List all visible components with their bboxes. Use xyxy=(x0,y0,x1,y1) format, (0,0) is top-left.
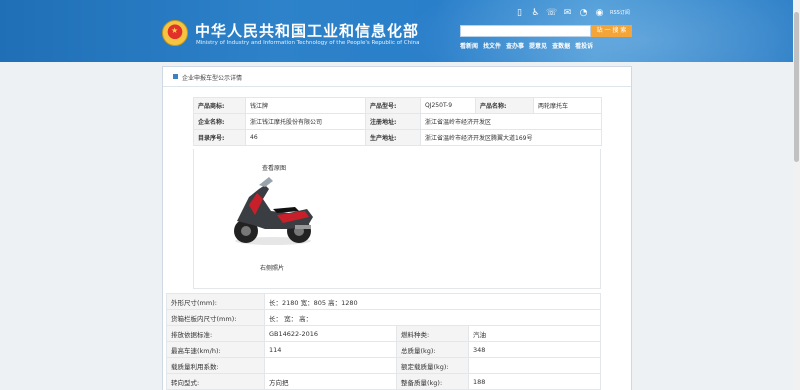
value-load-utilization xyxy=(264,357,397,374)
label-emission-standard: 排放依据标准: xyxy=(166,325,265,342)
value-product-name: 两轮摩托车 xyxy=(533,97,602,114)
table-row: 载质量利用系数: 额定载质量(kg): xyxy=(166,357,602,374)
value-model: QJ250T-9 xyxy=(420,97,476,114)
label-fuel-type: 燃料种类: xyxy=(396,325,469,342)
top-tool-icons: ▯ ♿ ☏ ✉ ◔ ◉ RSS订阅 xyxy=(514,8,630,19)
label-trademark: 产品商标: xyxy=(193,97,246,114)
value-trademark: 钱江牌 xyxy=(245,97,366,114)
value-fuel-type: 汽油 xyxy=(467,325,602,342)
panel-header: 企业申报车型公示详情 xyxy=(163,67,631,87)
value-company: 浙江钱江摩托股份有限公司 xyxy=(245,113,366,130)
page-scrollbar[interactable] xyxy=(793,0,800,390)
nav-item[interactable]: 找文件 xyxy=(483,41,501,50)
label-curb-weight: 整备质量(kg): xyxy=(396,373,469,390)
table-row: 外形尺寸(mm): 长：2180 宽：805 高：1280 xyxy=(166,293,602,310)
label-company: 企业名称: xyxy=(193,113,246,130)
photo-caption: 右侧照片 xyxy=(260,265,285,272)
rss-link[interactable]: RSS订阅 xyxy=(610,8,630,19)
value-emission-standard: GB14622-2016 xyxy=(264,325,397,342)
nav-item[interactable]: 看新闻 xyxy=(460,41,478,50)
value-dimensions: 长：2180 宽：805 高：1280 xyxy=(263,293,602,310)
wechat-icon[interactable]: ◔ xyxy=(578,8,589,19)
vehicle-detail-panel: 企业申报车型公示详情 产品商标: 钱江牌 产品型号: QJ250T-9 产品名称… xyxy=(162,66,632,390)
table-row: 产品商标: 钱江牌 产品型号: QJ250T-9 产品名称: 两轮摩托车 xyxy=(193,97,602,114)
table-row: 转向型式: 方向把 整备质量(kg): 188 xyxy=(166,373,602,390)
mobile-icon[interactable]: ▯ xyxy=(514,8,525,19)
scrollbar-thumb[interactable] xyxy=(794,12,799,162)
label-dimensions: 外形尺寸(mm): xyxy=(166,293,265,310)
site-title-english: Ministry of Industry and Information Tec… xyxy=(196,40,420,46)
site-header: ★ 中华人民共和国工业和信息化部 Ministry of Industry an… xyxy=(0,0,793,62)
national-emblem-icon: ★ xyxy=(162,20,188,46)
label-rated-load: 额定载质量(kg): xyxy=(396,357,469,374)
label-max-speed: 最高车速(km/h): xyxy=(166,341,265,358)
spec-table: 外形尺寸(mm): 长：2180 宽：805 高：1280 货箱栏板内尺寸(mm… xyxy=(166,293,602,390)
label-total-mass: 总质量(kg): xyxy=(396,341,469,358)
value-curb-weight: 188 xyxy=(467,373,602,390)
value-catalog-no: 46 xyxy=(245,129,366,146)
nav-item[interactable]: 查数据 xyxy=(552,41,570,50)
vehicle-photo-area: 查看原图 右侧照片 xyxy=(193,149,601,289)
value-total-mass: 348 xyxy=(467,341,602,358)
mail-icon[interactable]: ✉ xyxy=(562,8,573,19)
nav-item[interactable]: 提意见 xyxy=(529,41,547,50)
table-row: 目录序号: 46 生产地址: 浙江省温岭市经济开发区腾翼大道169号 xyxy=(193,129,602,146)
value-rated-load xyxy=(467,357,602,374)
value-cargo-box-dimensions: 长： 宽： 高： xyxy=(263,309,602,326)
value-steering-type: 方向把 xyxy=(264,373,397,390)
table-row: 最高车速(km/h): 114 总质量(kg): 348 xyxy=(166,341,602,358)
header-nav: 看新闻 找文件 查办事 提意见 查数据 看投诉 xyxy=(460,41,593,50)
label-steering-type: 转向型式: xyxy=(166,373,265,390)
table-row: 企业名称: 浙江钱江摩托股份有限公司 注册地址: 浙江省温岭市经济开发区 xyxy=(193,113,602,130)
accessibility-icon[interactable]: ♿ xyxy=(530,8,541,19)
table-row: 排放依据标准: GB14622-2016 燃料种类: 汽油 xyxy=(166,325,602,342)
panel-title-icon xyxy=(173,74,178,79)
phone-icon[interactable]: ☏ xyxy=(546,8,557,19)
label-model: 产品型号: xyxy=(365,97,421,114)
table-row: 货箱栏板内尺寸(mm): 长： 宽： 高： xyxy=(166,309,602,326)
weibo-icon[interactable]: ◉ xyxy=(594,8,605,19)
panel-title: 企业申报车型公示详情 xyxy=(182,75,243,82)
label-cargo-box-dimensions: 货箱栏板内尺寸(mm): xyxy=(166,309,265,326)
label-registered-address: 注册地址: xyxy=(365,113,421,130)
label-product-name: 产品名称: xyxy=(475,97,534,114)
site-title[interactable]: 中华人民共和国工业和信息化部 xyxy=(195,20,419,41)
value-registered-address: 浙江省温岭市经济开发区 xyxy=(420,113,602,130)
site-search-button[interactable]: 站 一 搜 索 xyxy=(591,25,632,37)
label-production-address: 生产地址: xyxy=(365,129,421,146)
view-original-link[interactable]: 查看原图 xyxy=(262,163,286,172)
nav-item[interactable]: 看投诉 xyxy=(575,41,593,50)
value-production-address: 浙江省温岭市经济开发区腾翼大道169号 xyxy=(420,129,602,146)
site-search-input[interactable] xyxy=(460,25,591,37)
label-catalog-no: 目录序号: xyxy=(193,129,246,146)
product-info-table: 产品商标: 钱江牌 产品型号: QJ250T-9 产品名称: 两轮摩托车 企业名… xyxy=(193,97,602,146)
motorcycle-photo[interactable] xyxy=(229,175,317,247)
label-load-utilization: 载质量利用系数: xyxy=(166,357,265,374)
nav-item[interactable]: 查办事 xyxy=(506,41,524,50)
value-max-speed: 114 xyxy=(264,341,397,358)
